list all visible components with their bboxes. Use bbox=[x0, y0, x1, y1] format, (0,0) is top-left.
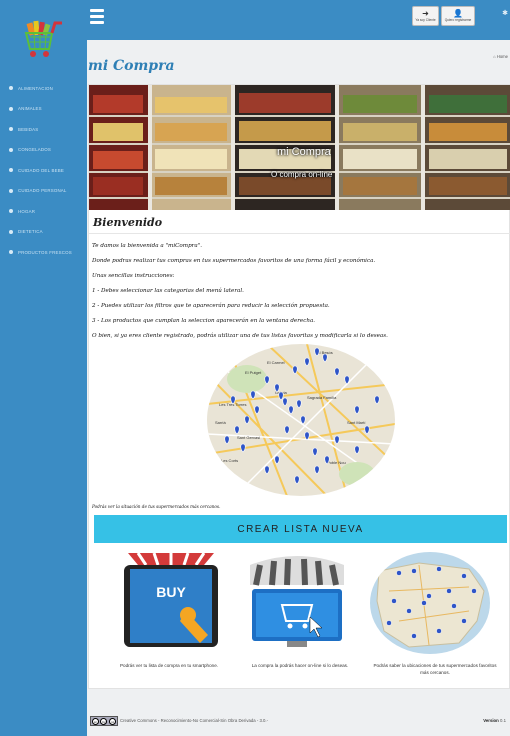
creative-commons-badge-icon[interactable]: cc by nc bbox=[90, 716, 118, 726]
create-list-button[interactable]: CREAR LISTA NUEVA bbox=[94, 515, 507, 543]
sidebar-item-label: BEBIDAS bbox=[18, 126, 39, 132]
sidebar: ALIMENTACION ANIMALES BEBIDAS CONGELADOS… bbox=[0, 0, 87, 736]
sidebar-item-hogar[interactable]: HOGAR bbox=[0, 201, 87, 222]
sidebar-item-label: PRODUCTOS FRESCOS bbox=[18, 249, 72, 255]
version-info: Version 0.1 bbox=[483, 718, 506, 723]
buy-badge: BUY bbox=[156, 584, 186, 600]
breadcrumb[interactable]: ⌂ Home bbox=[493, 54, 508, 59]
top-navbar: ➜ Ya soy Cliente 👤 Quiero registrarme ✱ bbox=[87, 0, 510, 40]
sidebar-item-label: HOGAR bbox=[18, 208, 36, 214]
map-label: Les Corts bbox=[221, 458, 238, 463]
footer: cc by nc Creative Commons - Reconocimiento… bbox=[88, 712, 510, 734]
version-label: Version bbox=[483, 718, 499, 723]
sidebar-item-label: ALIMENTACION bbox=[18, 85, 54, 91]
bullet-icon bbox=[9, 250, 13, 255]
map-label: Sarrià bbox=[215, 420, 226, 425]
intro-line: O bien, si ya eres cliente registrado, p… bbox=[92, 333, 388, 339]
bullet-icon bbox=[9, 127, 13, 132]
divider bbox=[89, 233, 510, 234]
add-user-icon: 👤 bbox=[453, 9, 463, 18]
feature-caption-line1: Podrás saber la ubicaciones de tus super… bbox=[373, 663, 497, 668]
menu-toggle-icon[interactable] bbox=[90, 9, 104, 25]
app-logo[interactable] bbox=[0, 0, 87, 78]
category-menu: ALIMENTACION ANIMALES BEBIDAS CONGELADOS… bbox=[0, 78, 87, 263]
sidebar-item-dietetica[interactable]: DIETETICA bbox=[0, 222, 87, 243]
client-login-button[interactable]: ➜ Ya soy Cliente bbox=[412, 6, 439, 26]
map-caption: Podrás ver la situación de tus supermerc… bbox=[92, 504, 221, 509]
sidebar-item-label: DIETETICA bbox=[18, 229, 43, 235]
intro-line: 1 - Debes seleccionar las categorias del… bbox=[92, 288, 244, 294]
register-label: Quiero registrarme bbox=[444, 18, 472, 22]
map-with-pins-image: El Besós El Carmel Sagrada Família Les T… bbox=[207, 344, 395, 496]
feature-locations bbox=[369, 551, 491, 660]
bullet-icon bbox=[9, 209, 13, 214]
intro-line: Unas sencillas instrucciones: bbox=[92, 273, 175, 279]
bullet-icon bbox=[9, 229, 13, 234]
feature-caption-line2: más cercanos. bbox=[420, 670, 450, 675]
sidebar-item-cuidado-bebe[interactable]: CUIDADO DEL BEBE bbox=[0, 160, 87, 181]
banner-caption-main: mi Compra bbox=[277, 146, 331, 158]
buy-tablet-icon: BUY bbox=[124, 552, 218, 647]
register-button[interactable]: 👤 Quiero registrarme bbox=[441, 6, 475, 26]
gear-icon[interactable]: ✱ bbox=[502, 9, 508, 17]
sidebar-item-congelados[interactable]: CONGELADOS bbox=[0, 140, 87, 161]
license-text: Creative Commons - Reconocimiento-No Com… bbox=[120, 718, 269, 723]
page-title: mi Compra bbox=[88, 58, 175, 74]
intro-line: 2 - Puedes utilizar los filtros que te a… bbox=[92, 303, 330, 309]
shopping-cart-logo-icon bbox=[24, 20, 62, 57]
map-label: El Carmel bbox=[267, 360, 285, 365]
bullet-icon bbox=[9, 86, 13, 91]
feature-caption: La compra la podrás hacer on-line si lo … bbox=[251, 663, 349, 668]
feature-caption: Podrás ver tu lista de compra en tu smar… bbox=[119, 663, 219, 668]
sidebar-item-cuidado-personal[interactable]: CUIDADO PERSONAL bbox=[0, 181, 87, 202]
welcome-heading: Bienvenido bbox=[93, 216, 163, 229]
city-map[interactable]: El Besós El Carmel Sagrada Família Les T… bbox=[207, 344, 395, 496]
bullet-icon bbox=[9, 188, 13, 193]
map-label: Poble Nou bbox=[327, 460, 346, 465]
sidebar-item-label: ANIMALES bbox=[18, 106, 42, 112]
client-login-label: Ya soy Cliente bbox=[415, 18, 436, 22]
hero-banner: mi Compra O compra on-line bbox=[89, 85, 510, 210]
intro-line: Donde podras realizar tus compras en tus… bbox=[92, 258, 376, 264]
feature-online bbox=[242, 551, 352, 656]
bullet-icon bbox=[9, 147, 13, 152]
spain-map-icon bbox=[370, 552, 490, 654]
map-label: Sant Gervasi bbox=[237, 435, 260, 440]
bullet-icon bbox=[9, 106, 13, 111]
sidebar-item-label: CONGELADOS bbox=[18, 147, 51, 153]
map-label: El Putget bbox=[245, 370, 262, 375]
intro-line: 3 - Los productos que cumplan la selecci… bbox=[92, 318, 316, 324]
online-shop-icon bbox=[250, 556, 344, 647]
feature-caption: Podrás saber la ubicaciones de tus super… bbox=[365, 662, 505, 676]
banner-caption-sub: O compra on-line bbox=[271, 170, 333, 179]
sidebar-item-label: CUIDADO PERSONAL bbox=[18, 188, 67, 194]
bullet-icon bbox=[9, 168, 13, 173]
main-content: mi Compra O compra on-line Bienvenido Te… bbox=[88, 84, 510, 689]
map-label: Sagrada Família bbox=[307, 395, 337, 400]
feature-smartphone: BUY bbox=[116, 551, 226, 656]
version-value: 0.1 bbox=[500, 718, 506, 723]
sidebar-item-bebidas[interactable]: BEBIDAS bbox=[0, 119, 87, 140]
intro-line: Te damos la bienvenida a "miCompra". bbox=[92, 243, 203, 249]
sidebar-item-animales[interactable]: ANIMALES bbox=[0, 99, 87, 120]
sign-in-icon: ➜ bbox=[422, 9, 429, 18]
breadcrumb-home: Home bbox=[496, 54, 508, 59]
map-label: Sant Martí bbox=[347, 420, 366, 425]
sidebar-item-alimentacion[interactable]: ALIMENTACION bbox=[0, 78, 87, 99]
sidebar-item-label: CUIDADO DEL BEBE bbox=[18, 167, 64, 173]
sidebar-item-productos-frescos[interactable]: PRODUCTOS FRESCOS bbox=[0, 242, 87, 263]
